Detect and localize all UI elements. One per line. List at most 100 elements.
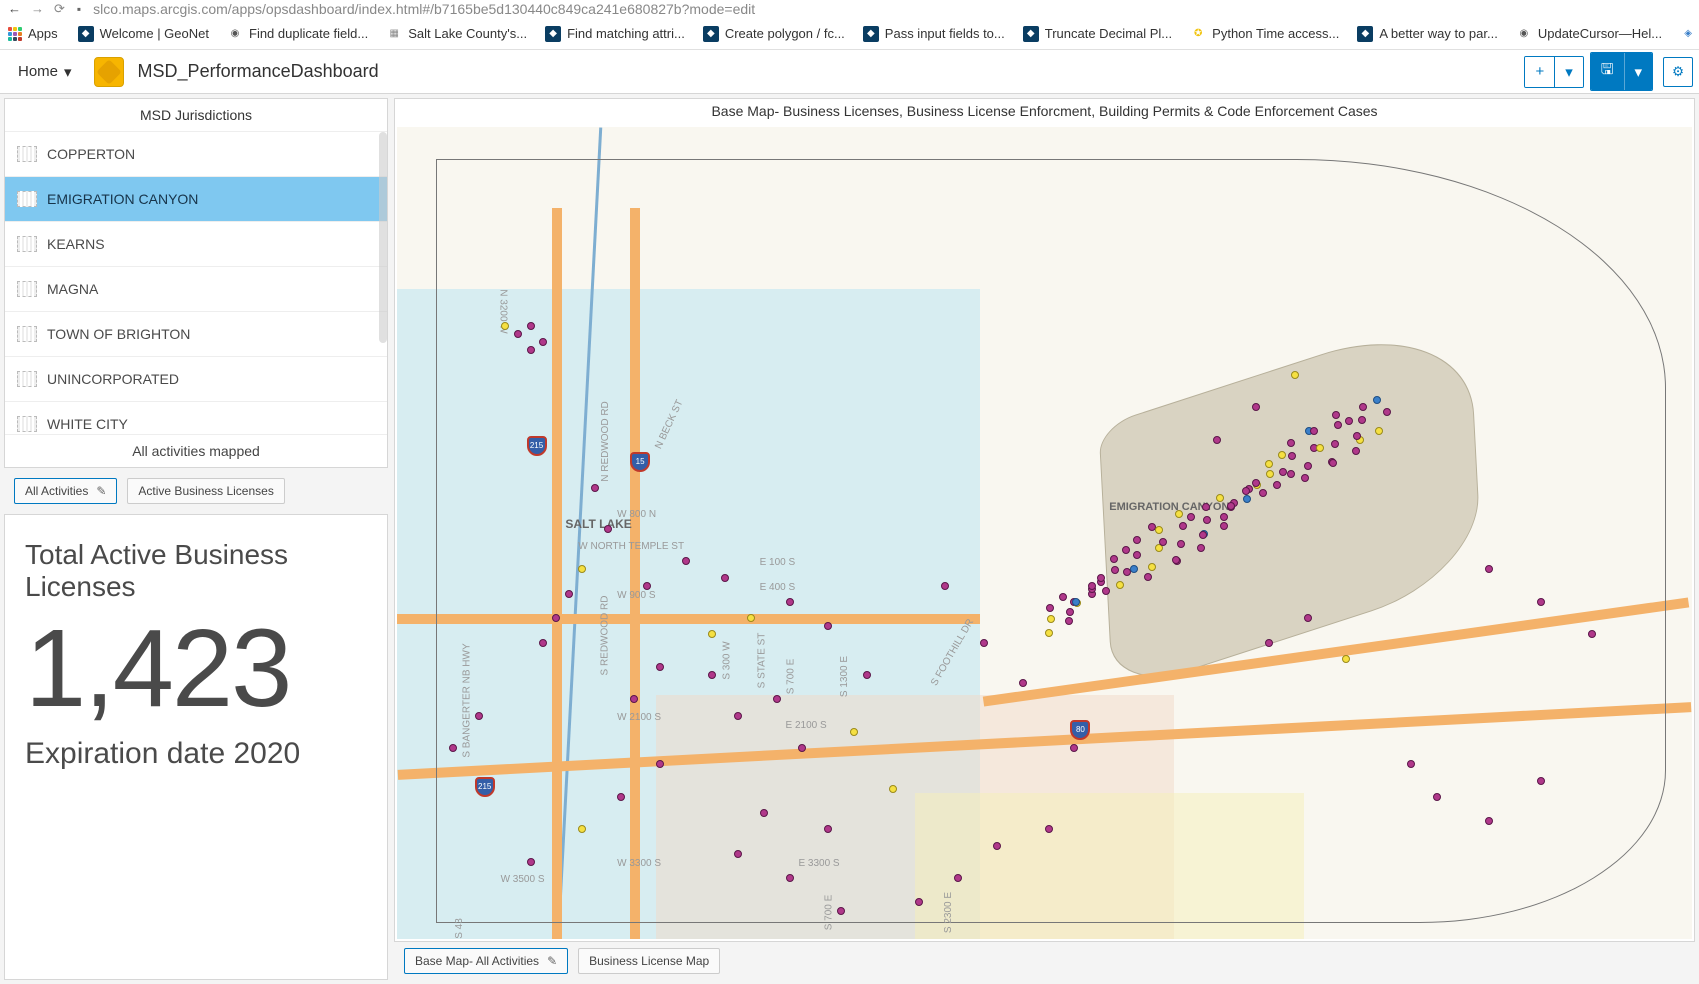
map-point[interactable] (1133, 536, 1141, 544)
map-point[interactable] (1045, 825, 1053, 833)
map-point[interactable] (527, 322, 535, 330)
apps-button[interactable]: Apps (8, 26, 58, 41)
map-point[interactable] (1352, 447, 1360, 455)
selector-tab[interactable]: All Activities✎ (14, 478, 117, 504)
map-point[interactable] (1019, 679, 1027, 687)
forward-icon[interactable]: → (31, 1, 44, 17)
map-point[interactable] (1331, 440, 1339, 448)
pencil-icon[interactable]: ✎ (96, 484, 106, 498)
map-point[interactable] (1046, 604, 1054, 612)
map-point[interactable] (1243, 495, 1251, 503)
map-point[interactable] (1345, 417, 1353, 425)
bookmark-item[interactable]: ◆Pass input fields to... (863, 26, 1005, 42)
list-item[interactable]: WHITE CITY (5, 402, 387, 434)
map-point[interactable] (527, 346, 535, 354)
bookmark-item[interactable]: ◉UpdateCursor—Hel... (1516, 26, 1662, 42)
scrollbar[interactable] (379, 132, 387, 343)
map-point[interactable] (1059, 593, 1067, 601)
map-point[interactable] (1045, 629, 1053, 637)
list-item[interactable]: COPPERTON (5, 132, 387, 177)
map-point[interactable] (656, 663, 664, 671)
map-point[interactable] (1407, 760, 1415, 768)
map-point[interactable] (1227, 502, 1235, 510)
map-point[interactable] (1265, 460, 1273, 468)
map-point[interactable] (449, 744, 457, 752)
list-item[interactable]: KEARNS (5, 222, 387, 267)
list-item[interactable]: EMIGRATION CANYON (5, 177, 387, 222)
map-point[interactable] (1047, 615, 1055, 623)
map-point[interactable] (1197, 544, 1205, 552)
map-point[interactable] (1287, 470, 1295, 478)
map-point[interactable] (708, 671, 716, 679)
indicator-panel[interactable]: Total Active Business Licenses 1,423 Exp… (4, 514, 388, 980)
list-item[interactable]: UNINCORPORATED (5, 357, 387, 402)
map-point[interactable] (786, 598, 794, 606)
map-point[interactable] (1177, 540, 1185, 548)
map-point[interactable] (1088, 582, 1096, 590)
reload-icon[interactable]: ⟳ (54, 1, 65, 17)
bookmark-item[interactable]: ✪Python Time access... (1190, 26, 1339, 42)
add-button[interactable]: + (1525, 57, 1554, 87)
bookmark-item[interactable]: ◉Find duplicate field... (227, 26, 368, 42)
map-point[interactable] (760, 809, 768, 817)
map-point[interactable] (1537, 598, 1545, 606)
url-text[interactable]: slco.maps.arcgis.com/apps/opsdashboard/i… (93, 1, 755, 17)
map-point[interactable] (1172, 556, 1180, 564)
map-point[interactable] (1279, 468, 1287, 476)
map-point[interactable] (1065, 617, 1073, 625)
bookmark-item[interactable]: ◆Truncate Decimal Pl... (1023, 26, 1172, 42)
selector-tab[interactable]: Active Business Licenses (127, 478, 284, 504)
map-point[interactable] (1332, 411, 1340, 419)
map-point[interactable] (1485, 565, 1493, 573)
map-point[interactable] (786, 874, 794, 882)
bookmark-item[interactable]: ◈Python Functic (1680, 26, 1699, 42)
selector-tab[interactable]: Base Map- All Activities✎ (404, 948, 568, 974)
map-canvas[interactable]: 215 15 80 215 SALT LAKE EMIGRATION CANYO… (397, 127, 1692, 939)
bookmark-item[interactable]: ◆Find matching attri... (545, 26, 685, 42)
home-button[interactable]: Home ▾ (10, 59, 80, 85)
bookmark-item[interactable]: ▦Salt Lake County's... (386, 26, 527, 42)
map-point[interactable] (1179, 522, 1187, 530)
map-point[interactable] (993, 842, 1001, 850)
map-panel[interactable]: Base Map- Business Licenses, Business Li… (394, 98, 1695, 942)
jurisdictions-list[interactable]: COPPERTONEMIGRATION CANYONKEARNSMAGNATOW… (5, 132, 387, 434)
save-button[interactable]: 🖫 (1591, 53, 1624, 90)
map-point[interactable] (617, 793, 625, 801)
map-point[interactable] (539, 639, 547, 647)
list-item[interactable]: MAGNA (5, 267, 387, 312)
map-point[interactable] (1310, 427, 1318, 435)
map-point[interactable] (1287, 439, 1295, 447)
map-point[interactable] (475, 712, 483, 720)
map-point[interactable] (1273, 481, 1281, 489)
bookmark-item[interactable]: ◆Create polygon / fc... (703, 26, 845, 42)
map-point[interactable] (941, 582, 949, 590)
map-point[interactable] (980, 639, 988, 647)
map-point[interactable] (514, 330, 522, 338)
bookmark-item[interactable]: ◆Welcome | GeoNet (78, 26, 209, 42)
map-point[interactable] (1175, 510, 1183, 518)
map-point[interactable] (1111, 566, 1119, 574)
map-point[interactable] (1159, 538, 1167, 546)
map-point[interactable] (643, 582, 651, 590)
map-point[interactable] (1485, 817, 1493, 825)
map-point[interactable] (527, 858, 535, 866)
map-point[interactable] (1291, 371, 1299, 379)
map-point[interactable] (1375, 427, 1383, 435)
map-point[interactable] (734, 850, 742, 858)
map-point[interactable] (1342, 655, 1350, 663)
map-point[interactable] (1148, 563, 1156, 571)
map-point[interactable] (1102, 587, 1110, 595)
map-point[interactable] (1588, 630, 1596, 638)
map-point[interactable] (1187, 513, 1195, 521)
pencil-icon[interactable]: ✎ (547, 954, 557, 968)
map-point[interactable] (1359, 403, 1367, 411)
map-point[interactable] (1537, 777, 1545, 785)
map-point[interactable] (773, 695, 781, 703)
map-point[interactable] (1066, 608, 1074, 616)
map-point[interactable] (1316, 444, 1324, 452)
map-point[interactable] (1304, 462, 1312, 470)
save-dropdown-button[interactable]: ▾ (1624, 53, 1653, 90)
map-point[interactable] (1252, 403, 1260, 411)
add-dropdown-button[interactable]: ▾ (1554, 57, 1583, 87)
map-point[interactable] (1199, 531, 1207, 539)
